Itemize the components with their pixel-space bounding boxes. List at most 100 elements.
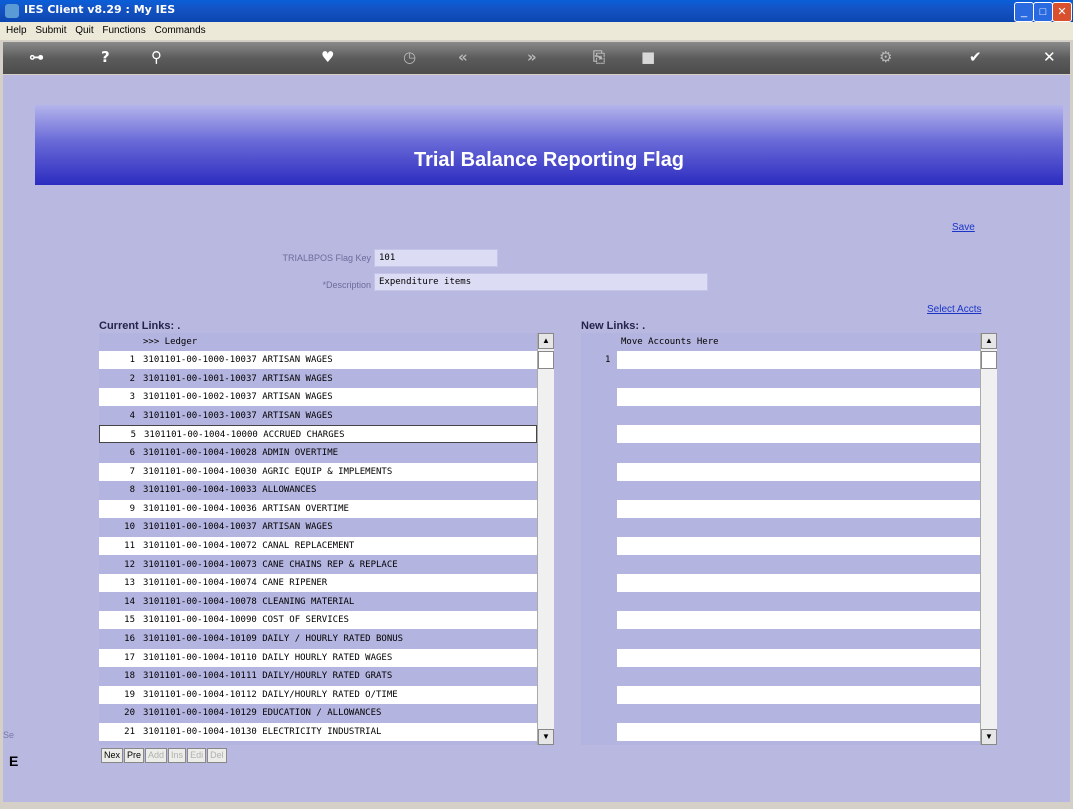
current-links-scrollbar[interactable]: ▲ ▼: [537, 333, 554, 745]
side-label: Se: [3, 730, 15, 740]
current-links-grid: >>> Ledger 1 3101101-00-1000-10037 ARTISA…: [99, 333, 554, 745]
table-row[interactable]: 14 3101101-00-1004-10078 CLEANING MATERIA…: [99, 592, 537, 611]
menu-commands[interactable]: Commands: [155, 25, 206, 36]
save-link[interactable]: Save: [952, 222, 975, 233]
row-account: 3101101-00-1004-10036 ARTISAN OVERTIME: [143, 503, 349, 514]
close-icon[interactable]: ✕: [1043, 48, 1056, 66]
previous-button[interactable]: Pre: [124, 748, 145, 763]
row-account: 3101101-00-1004-10030 AGRIC EQUIP & IMPL…: [143, 466, 393, 477]
table-row[interactable]: [617, 648, 980, 667]
row-number: 1: [129, 355, 135, 365]
add-button[interactable]: Add: [145, 748, 168, 763]
app-window: IES Client v8.29 : My IES _ □ ✕ Help Sub…: [0, 0, 1073, 809]
row-account: 3101101-00-1004-10130 ELECTRICITY INDUST…: [143, 727, 382, 737]
select-accts-link[interactable]: Select Accts: [927, 304, 981, 315]
row-account: 3101101-00-1004-10111 DAILY/HOURLY RATED…: [143, 671, 393, 682]
table-row[interactable]: [617, 592, 980, 611]
row-account: 3101101-00-1004-10074 CANE RIPENER: [143, 578, 328, 589]
table-row[interactable]: [617, 499, 980, 518]
maximize-button[interactable]: □: [1033, 2, 1053, 22]
table-row[interactable]: 9 3101101-00-1004-10036 ARTISAN OVERTIME: [99, 499, 537, 518]
table-row[interactable]: [617, 537, 980, 555]
table-row[interactable]: [617, 667, 980, 686]
edit-button[interactable]: Edi: [187, 748, 207, 763]
rewind-icon[interactable]: «: [458, 48, 468, 66]
table-row[interactable]: 11 3101101-00-1004-10072 CANAL REPLACEMEN…: [99, 537, 537, 555]
table-row[interactable]: 2 3101101-00-1001-10037 ARTISAN WAGES: [99, 369, 537, 388]
table-row[interactable]: 8 3101101-00-1004-10033 ALLOWANCES: [99, 481, 537, 500]
table-row[interactable]: 17 3101101-00-1004-10110 DAILY HOURLY RAT…: [99, 648, 537, 667]
table-row[interactable]: [617, 481, 980, 500]
table-row[interactable]: [617, 704, 980, 723]
row-number: 3: [129, 392, 135, 403]
scroll-down-button[interactable]: ▼: [538, 729, 554, 745]
heart-icon[interactable]: ♥: [321, 48, 334, 66]
row-number: 4: [129, 410, 135, 421]
table-row[interactable]: 20 3101101-00-1004-10129 EDUCATION / ALLO…: [99, 704, 537, 723]
table-row[interactable]: [617, 518, 980, 537]
table-row[interactable]: [617, 369, 980, 388]
table-row[interactable]: [617, 444, 980, 462]
table-row[interactable]: 1: [605, 351, 980, 369]
table-row[interactable]: 15 3101101-00-1004-10090 COST OF SERVICES: [99, 611, 537, 630]
scroll-thumb[interactable]: [538, 351, 554, 369]
pages-icon[interactable]: ⎘: [593, 48, 605, 66]
table-row[interactable]: 1 3101101-00-1000-10037 ARTISAN WAGES: [99, 351, 537, 369]
table-row[interactable]: [617, 406, 980, 425]
table-row[interactable]: [617, 685, 980, 704]
table-row[interactable]: 4 3101101-00-1003-10037 ARTISAN WAGES: [99, 406, 537, 425]
minimize-button[interactable]: _: [1014, 2, 1034, 22]
table-row[interactable]: 10 3101101-00-1004-10037 ARTISAN WAGES: [99, 518, 537, 537]
settings-icon[interactable]: ⚙: [879, 48, 892, 66]
check-icon[interactable]: ✔: [969, 48, 982, 66]
delete-button[interactable]: Del: [207, 748, 227, 763]
description-input[interactable]: Expenditure items: [374, 273, 708, 291]
menu-help[interactable]: Help: [6, 25, 27, 36]
help-icon[interactable]: ?: [101, 48, 110, 66]
close-window-button[interactable]: ✕: [1052, 2, 1072, 22]
table-row[interactable]: 3 3101101-00-1002-10037 ARTISAN WAGES: [99, 388, 537, 407]
scroll-up-button[interactable]: ▲: [981, 333, 997, 349]
table-row[interactable]: [617, 388, 980, 407]
table-row[interactable]: [617, 723, 980, 741]
table-row[interactable]: 16 3101101-00-1004-10109 DAILY / HOURLY R…: [99, 630, 537, 648]
table-row[interactable]: 13 3101101-00-1004-10074 CANE RIPENER: [99, 574, 537, 593]
table-row[interactable]: [617, 425, 980, 444]
table-row[interactable]: 12 3101101-00-1004-10073 CANE CHAINS REP …: [99, 555, 537, 574]
table-row[interactable]: 7 3101101-00-1004-10030 AGRIC EQUIP & IMP…: [99, 462, 537, 481]
next-button[interactable]: Nex: [101, 748, 124, 763]
flag-key-input[interactable]: 101: [374, 249, 498, 267]
insert-button[interactable]: Ins: [168, 748, 187, 763]
table-row[interactable]: 6 3101101-00-1004-10028 ADMIN OVERTIME: [99, 444, 537, 462]
scroll-thumb[interactable]: [981, 351, 997, 369]
row-number: 10: [124, 522, 135, 533]
table-row[interactable]: 19 3101101-00-1004-10112 DAILY/HOURLY RAT…: [99, 685, 537, 704]
stop-icon[interactable]: ■: [641, 48, 655, 66]
key-icon[interactable]: ⊶: [29, 48, 44, 66]
new-links-grid: Move Accounts Here 1 ▲ ▼: [581, 333, 997, 745]
scroll-up-button[interactable]: ▲: [538, 333, 554, 349]
table-row[interactable]: 18 3101101-00-1004-10111 DAILY/HOURLY RAT…: [99, 667, 537, 686]
row-account: 3101101-00-1004-10072 CANAL REPLACEMENT: [143, 541, 355, 551]
row-number: 6: [129, 448, 135, 458]
page-title: Trial Balance Reporting Flag: [413, 149, 685, 171]
table-row[interactable]: [617, 611, 980, 630]
row-number: 7: [129, 466, 135, 477]
search-icon[interactable]: ⚲: [151, 48, 162, 66]
window-title: IES Client v8.29 : My IES: [24, 3, 176, 16]
menu-submit[interactable]: Submit: [35, 25, 66, 36]
description-label: *Description: [322, 280, 371, 290]
scroll-down-button[interactable]: ▼: [981, 729, 997, 745]
forward-icon[interactable]: »: [527, 48, 537, 66]
clock-icon[interactable]: ◷: [403, 48, 416, 66]
table-row[interactable]: 21 3101101-00-1004-10130 ELECTRICITY INDU…: [99, 723, 537, 741]
table-row[interactable]: [617, 574, 980, 593]
table-row[interactable]: [617, 462, 980, 481]
menu-quit[interactable]: Quit: [75, 25, 93, 36]
table-row[interactable]: [617, 555, 980, 574]
new-links-scrollbar[interactable]: ▲ ▼: [980, 333, 997, 745]
table-row[interactable]: 5 3101101-00-1004-10000 ACCRUED CHARGES: [99, 425, 537, 444]
table-row[interactable]: [617, 630, 980, 648]
row-account: 3101101-00-1004-10037 ARTISAN WAGES: [143, 522, 333, 533]
menu-functions[interactable]: Functions: [102, 25, 145, 36]
